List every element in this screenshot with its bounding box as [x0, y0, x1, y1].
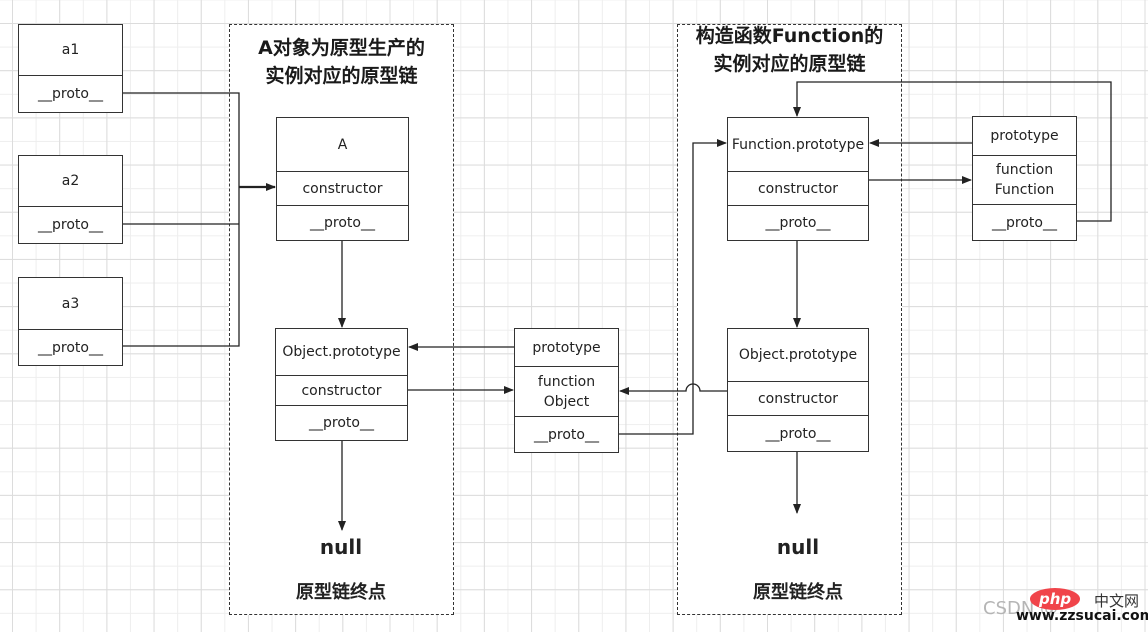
a1-proto-connector: [123, 92, 240, 347]
left-group-title: A对象为原型生产的 实例对应的原型链: [258, 37, 425, 87]
proto-field: __proto__: [19, 206, 122, 243]
chain-end-label-right: 原型链终点: [753, 582, 843, 603]
prototype-field: prototype: [990, 128, 1059, 144]
right-group-title: 构造函数Function的 实例对应的原型链: [695, 25, 884, 75]
proto-field: __proto__: [19, 75, 122, 112]
instance-a2: a2 __proto__: [18, 155, 123, 244]
box-title: Object.prototype: [738, 347, 858, 363]
left-prototype-chain-group: [229, 24, 454, 615]
proto-field: __proto__: [19, 329, 122, 365]
connector-layer: [123, 81, 1112, 531]
null-label-right: null: [776, 535, 820, 559]
instance-name: a2: [61, 173, 80, 189]
instance-name: a3: [61, 295, 80, 312]
right-prototype-chain-group: [677, 24, 902, 615]
constructor-field: constructor: [277, 171, 408, 205]
proto-field: __proto__: [728, 205, 868, 240]
box-title: function Function: [973, 155, 1076, 204]
box-title: Object.prototype: [282, 344, 401, 360]
constructor-field: constructor: [728, 381, 868, 415]
watermark-php-logo: php: [1030, 588, 1081, 610]
box-title: A: [337, 136, 348, 153]
instance-a3: a3 __proto__: [18, 277, 123, 366]
proto-field: __proto__: [728, 415, 868, 451]
proto-field: __proto__: [276, 405, 407, 440]
box-function-object: prototype function Object __proto__: [514, 328, 619, 453]
proto-field: __proto__: [973, 204, 1076, 240]
instance-name: a1: [61, 42, 80, 58]
box-function-prototype: Function.prototype constructor __proto__: [727, 117, 869, 241]
box-function-function: prototype function Function __proto__: [972, 116, 1077, 241]
proto-field: __proto__: [277, 205, 408, 240]
constructor-field: constructor: [276, 375, 407, 405]
box-title: Function.prototype: [731, 136, 865, 153]
instance-a1: a1 __proto__: [18, 24, 123, 113]
box-A: A constructor __proto__: [276, 117, 409, 241]
box-title: function Object: [515, 366, 618, 416]
constructor-field: constructor: [728, 171, 868, 205]
chain-end-label-left: 原型链终点: [296, 582, 386, 603]
watermark-url: www.zzsucai.com: [1016, 608, 1148, 624]
prototype-field: prototype: [532, 339, 601, 356]
proto-field: __proto__: [515, 416, 618, 452]
box-object-prototype-left: Object.prototype constructor __proto__: [275, 328, 408, 441]
null-label-left: null: [319, 535, 363, 559]
box-object-prototype-right: Object.prototype constructor __proto__: [727, 328, 869, 452]
